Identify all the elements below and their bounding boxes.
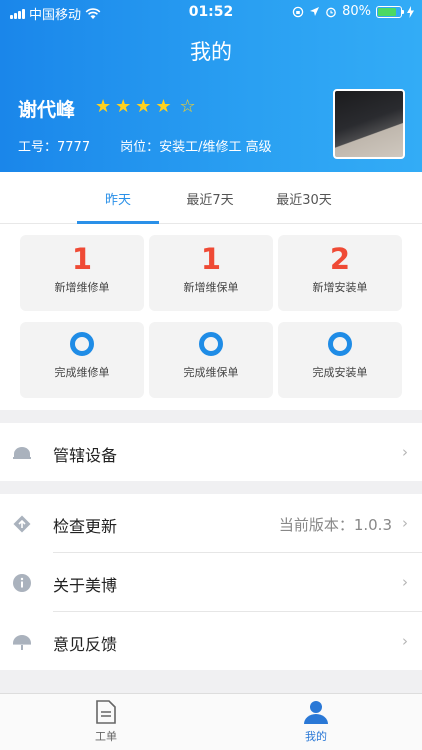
document-icon [96, 700, 116, 724]
tabbar-label: 工单 [95, 730, 117, 743]
version-value: 当前版本：1.0.3 [278, 516, 392, 534]
position-label: 岗位：安装工/维修工 高级 [120, 140, 272, 155]
update-icon [13, 515, 31, 533]
star-empty-icon: ☆ [179, 96, 196, 117]
stat-label: 新增维保单 [183, 281, 239, 294]
period-tabs: 昨天 最近7天 最近30天 [0, 172, 422, 224]
stat-card-done-install[interactable]: 0 完成安装单 [278, 322, 402, 398]
stat-card-done-maintenance[interactable]: 0 完成维保单 [149, 322, 273, 398]
stat-card-new-maintenance[interactable]: 1 新增维保单 [149, 235, 273, 311]
stat-label: 完成维修单 [54, 366, 110, 379]
tab-last-7-days[interactable]: 最近7天 [165, 189, 255, 208]
charging-icon [407, 5, 414, 18]
menu-item-devices[interactable]: 管辖设备 › [0, 423, 422, 481]
stat-value: 0 [328, 332, 352, 356]
chevron-right-icon: › [402, 443, 408, 461]
star-filled-icons: ★★★★ [95, 96, 176, 117]
stat-label: 新增维修单 [54, 281, 110, 294]
rotation-lock-icon [292, 6, 304, 17]
person-icon [304, 701, 328, 724]
bottom-tab-bar: 工单 我的 [0, 693, 422, 750]
status-bar: 中国移动 01:52 80% [0, 0, 422, 24]
stat-value: 1 [200, 242, 222, 276]
page-title: 我的 [190, 40, 232, 64]
battery-icon [376, 5, 404, 18]
tabbar-item-mine[interactable]: 我的 [276, 699, 356, 744]
stat-label: 完成安装单 [312, 366, 368, 379]
avatar[interactable] [333, 89, 405, 159]
menu-label: 意见反馈 [53, 635, 118, 654]
tab-yesterday[interactable]: 昨天 [73, 189, 163, 208]
tab-last-30-days[interactable]: 最近30天 [259, 189, 349, 208]
stat-label: 完成维保单 [183, 366, 239, 379]
stat-card-new-install[interactable]: 2 新增安装单 [278, 235, 402, 311]
helmet-icon [13, 447, 31, 459]
tabbar-item-work-orders[interactable]: 工单 [66, 699, 146, 744]
chevron-right-icon: › [402, 573, 408, 591]
menu-group-app: 检查更新 当前版本：1.0.3 › 关于美博 › 意见反馈 › [0, 494, 422, 670]
stat-value: 0 [70, 332, 94, 356]
info-icon [13, 574, 31, 592]
stat-label: 新增安装单 [312, 281, 368, 294]
user-name: 谢代峰 [18, 99, 76, 121]
menu-label: 检查更新 [53, 517, 118, 536]
menu-label: 管辖设备 [53, 446, 118, 465]
battery-percent: 80% [342, 4, 371, 19]
stat-value: 2 [329, 242, 351, 276]
menu-label: 关于美博 [53, 576, 118, 595]
stat-card-done-repair[interactable]: 0 完成维修单 [20, 322, 144, 398]
stats-grid: 1 新增维修单 1 新增维保单 2 新增安装单 0 完成维修单 0 完成维保单 … [0, 224, 422, 410]
menu-item-check-update[interactable]: 检查更新 当前版本：1.0.3 › [0, 494, 422, 552]
stat-value: 1 [71, 242, 93, 276]
menu-item-feedback[interactable]: 意见反馈 › [0, 612, 422, 670]
chevron-right-icon: › [402, 632, 408, 650]
chevron-right-icon: › [402, 514, 408, 532]
tabbar-label: 我的 [305, 730, 327, 743]
employee-id: 工号：7777 [18, 140, 91, 155]
stat-card-new-repair[interactable]: 1 新增维修单 [20, 235, 144, 311]
rating-stars: ★★★★ ☆ [95, 96, 196, 117]
alarm-icon [326, 7, 336, 17]
menu-group-devices: 管辖设备 › [0, 423, 422, 481]
menu-item-about[interactable]: 关于美博 › [0, 553, 422, 611]
location-icon [310, 7, 320, 16]
stat-value: 0 [199, 332, 223, 356]
feedback-icon [13, 635, 31, 650]
profile-header: 中国移动 01:52 80% 我的 谢代峰 ★★★★ ☆ 工号：7777 岗位：安… [0, 0, 422, 172]
